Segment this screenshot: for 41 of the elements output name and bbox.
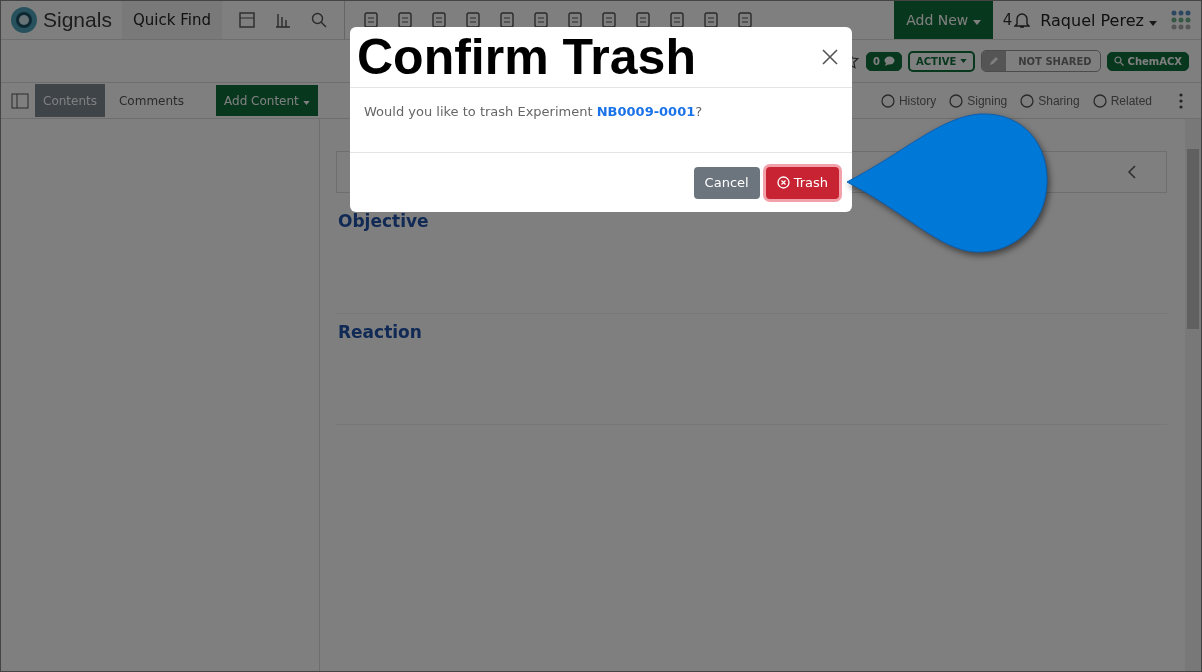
- dialog-message: Would you like to trash Experiment NB0009-0001?: [364, 104, 704, 119]
- trash-button[interactable]: Trash: [765, 166, 839, 199]
- toolbar-action[interactable]: Sharing: [1016, 92, 1083, 109]
- speech-bubble-icon: [884, 56, 895, 66]
- search-icon: [1113, 56, 1124, 66]
- user-menu[interactable]: Raquel Perez: [1030, 10, 1167, 30]
- pencil-icon: [982, 51, 1007, 71]
- bell-icon[interactable]: [1014, 11, 1031, 29]
- section-title: Reaction: [337, 321, 423, 344]
- view-tab[interactable]: Comments: [111, 84, 193, 117]
- search-icon[interactable]: [310, 11, 328, 29]
- close-icon[interactable]: [822, 49, 838, 65]
- cancel-circle-icon: [776, 176, 790, 189]
- sharing-badge[interactable]: NOT SHARED: [981, 50, 1101, 72]
- cancel-button[interactable]: Cancel: [693, 166, 760, 199]
- layout-icon[interactable]: [238, 11, 256, 29]
- caret-icon: [302, 100, 310, 105]
- panel-toggle-icon[interactable]: [11, 92, 29, 109]
- quick-find-button[interactable]: Quick Find: [122, 1, 222, 39]
- scrollbar[interactable]: [1185, 119, 1201, 671]
- add-new-button[interactable]: Add New: [894, 1, 993, 39]
- bar-chart-icon[interactable]: [274, 11, 292, 29]
- toolbar-action[interactable]: History: [876, 92, 940, 109]
- app-logo-text: Signals: [43, 8, 112, 32]
- sharing-status: NOT SHARED: [1017, 55, 1093, 67]
- toolbar-action[interactable]: Related: [1088, 92, 1155, 109]
- toolbar-action[interactable]: Signing: [945, 92, 1011, 109]
- dialog-title: Confirm Trash: [357, 28, 696, 86]
- chevron-left-icon[interactable]: [1128, 165, 1136, 179]
- logo-icon: [9, 5, 39, 35]
- caret-icon: [960, 59, 968, 63]
- caret-icon: [972, 20, 981, 25]
- notification-count: 4: [1002, 11, 1013, 29]
- comment-count-badge[interactable]: 0: [866, 51, 902, 71]
- caret-icon: [1149, 20, 1157, 26]
- chemacx-search-button[interactable]: ChemACX: [1106, 51, 1189, 71]
- more-menu-icon[interactable]: [1179, 92, 1183, 109]
- status-dropdown[interactable]: ACTIVE: [908, 50, 976, 72]
- add-content-button[interactable]: Add Content: [216, 85, 318, 116]
- section-title: Objective: [337, 210, 430, 233]
- view-tab[interactable]: Contents: [35, 84, 105, 117]
